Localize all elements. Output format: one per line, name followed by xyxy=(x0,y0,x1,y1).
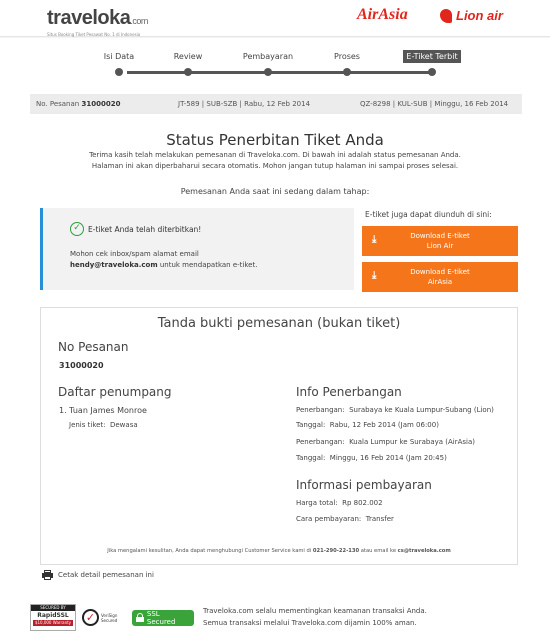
step-dot xyxy=(184,68,192,76)
lock-icon xyxy=(136,613,144,622)
progress-steps: Isi Data Review Pembayaran Proses E-Tike… xyxy=(0,50,550,80)
site-header: traveloka.com Situs Booking Tiket Pesawa… xyxy=(0,0,550,37)
step-dot xyxy=(343,68,351,76)
download-label: E-tiket juga dapat diunduh di sini: xyxy=(365,210,492,219)
lion-icon xyxy=(440,8,452,23)
step-dot xyxy=(428,68,436,76)
ticket-type: Jenis tiket: Dewasa xyxy=(69,421,138,429)
cs-phone: 021-290-22-130 xyxy=(312,548,360,554)
booking-label: No. Pesanan xyxy=(36,100,80,108)
step-label: E-Tiket Terbit xyxy=(403,50,461,63)
receipt-booking-number: 31000020 xyxy=(59,361,104,370)
main-content: Isi Data Review Pembayaran Proses E-Tike… xyxy=(0,38,550,640)
verisign-check-icon: ✓ xyxy=(82,609,99,626)
step-pembayaran: Pembayaran xyxy=(238,50,298,76)
intro-text: Terima kasih telah melakukan pemesanan d… xyxy=(89,151,461,170)
step-e-tiket-terbit: E-Tiket Terbit xyxy=(397,50,467,76)
payment-heading: Informasi pembayaran xyxy=(296,478,432,492)
step-proses: Proses xyxy=(327,50,367,76)
total-price: Harga total: Rp 802.002 xyxy=(296,499,383,507)
download-btn-airline: AirAsia xyxy=(427,278,453,286)
step-dot xyxy=(264,68,272,76)
lionair-logo: Lion air xyxy=(440,8,503,23)
flight-1-route: Penerbangan: Surabaya ke Kuala Lumpur-Su… xyxy=(296,406,494,414)
step-review: Review xyxy=(168,50,208,76)
progress-heading: Pemesanan Anda saat ini sedang dalam tah… xyxy=(180,187,370,196)
flight-summary-1: JT-589 | SUB-SZB | Rabu, 12 Feb 2014 xyxy=(178,100,311,108)
rapidssl-badge[interactable]: SECURED BY RapidSSL $10,000 Warranty xyxy=(30,604,76,631)
security-badges: SECURED BY RapidSSL $10,000 Warranty ✓ V… xyxy=(30,604,194,631)
receipt-title: Tanda bukti pemesanan (bukan tiket) xyxy=(157,316,401,331)
download-btn-label: Download E-tiket xyxy=(410,268,470,276)
lionair-label: Lion air xyxy=(456,8,503,23)
logo-tld: .com xyxy=(130,16,148,26)
flight-summary-2: QZ-8298 | KUL-SUB | Minggu, 16 Feb 2014 xyxy=(360,100,509,108)
step-label: Proses xyxy=(334,52,360,61)
airasia-logo: AirAsia xyxy=(357,6,408,23)
download-icon: ⤓ xyxy=(372,270,377,281)
status-email: hendy@traveloka.com xyxy=(70,261,158,269)
flight-2-route: Penerbangan: Kuala Lumpur ke Surabaya (A… xyxy=(296,438,476,446)
flight-2-date: Tanggal: Minggu, 16 Feb 2014 (Jam 20:45) xyxy=(296,454,447,462)
step-label: Pembayaran xyxy=(242,52,294,61)
step-label: Isi Data xyxy=(103,52,135,61)
check-circle-icon: ✓ xyxy=(70,222,84,236)
logo-tagline: Situs Booking Tiket Pesawat No. 1 di Ind… xyxy=(47,32,141,37)
booking-receipt: Tanda bukti pemesanan (bukan tiket) No P… xyxy=(40,307,518,565)
receipt-footer: Jika mengalami kesulitan, Anda dapat men… xyxy=(107,548,451,554)
print-link[interactable]: Cetak detail pemesanan ini xyxy=(42,570,154,580)
progress-line xyxy=(127,71,430,74)
traveloka-logo[interactable]: traveloka.com Situs Booking Tiket Pesawa… xyxy=(47,8,148,37)
flight-1-date: Tanggal: Rabu, 12 Feb 2014 (Jam 06:00) xyxy=(296,421,439,429)
download-btn-label: Download E-tiket xyxy=(410,232,470,240)
cs-email-link[interactable]: cs@traveloka.com xyxy=(398,548,451,554)
status-title: E-tiket Anda telah diterbitkan! xyxy=(88,224,202,234)
verisign-badge[interactable]: ✓ VeriSign Secured xyxy=(82,604,126,631)
status-message-line: Mohon cek inbox/spam alamat email xyxy=(70,250,199,258)
ssl-secured-badge: SSL Secured xyxy=(132,609,194,626)
order-summary-bar: No. Pesanan 31000020 JT-589 | SUB-SZB | … xyxy=(30,94,522,114)
passenger-name: 1. Tuan James Monroe xyxy=(59,406,147,415)
page-title: Status Penerbitan Tiket Anda xyxy=(166,131,384,149)
flight-info-heading: Info Penerbangan xyxy=(296,385,402,399)
passenger-heading: Daftar penumpang xyxy=(58,385,172,399)
download-airasia-button[interactable]: ⤓ Download E-tiket AirAsia xyxy=(362,262,518,292)
booking-number: 31000020 xyxy=(81,100,121,108)
status-box: ✓ E-tiket Anda telah diterbitkan! Mohon … xyxy=(40,208,354,290)
download-icon: ⤓ xyxy=(372,234,377,245)
booking-number-heading: No Pesanan xyxy=(58,340,129,354)
step-dot xyxy=(115,68,123,76)
step-label: Review xyxy=(173,52,203,61)
download-btn-airline: Lion Air xyxy=(426,242,454,250)
logo-name: traveloka xyxy=(47,7,131,29)
security-text: Traveloka.com selalu mementingkan keaman… xyxy=(203,607,427,627)
download-lionair-button[interactable]: ⤓ Download E-tiket Lion Air xyxy=(362,226,518,256)
printer-icon xyxy=(42,570,53,580)
status-message: Mohon cek inbox/spam alamat email hendy@… xyxy=(70,249,257,271)
status-message-rest: untuk mendapatkan e-tiket. xyxy=(157,261,258,269)
payment-method: Cara pembayaran: Transfer xyxy=(296,515,394,523)
step-isi-data: Isi Data xyxy=(99,50,139,76)
print-label: Cetak detail pemesanan ini xyxy=(58,571,154,579)
